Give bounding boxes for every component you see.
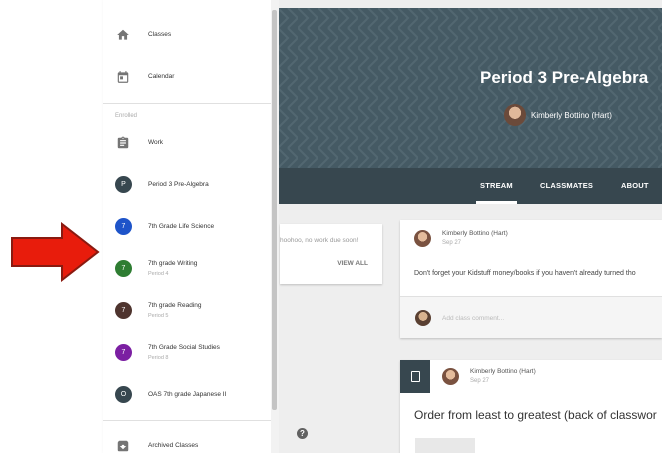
section-label: Enrolled — [115, 113, 138, 119]
tab-about[interactable]: ABOUT — [621, 181, 649, 190]
tab-classmates[interactable]: CLASSMATES — [540, 181, 593, 190]
red-arrow-icon — [11, 222, 100, 282]
help-icon[interactable]: ? — [297, 428, 308, 439]
sidebar-item-sublabel: Period 8 — [148, 355, 169, 361]
user-avatar — [415, 310, 431, 326]
sidebar-item-label: Work — [148, 139, 164, 146]
class-comment-input[interactable]: Add class comment... — [442, 315, 504, 322]
assignment-icon — [400, 360, 430, 393]
class-banner: Period 3 Pre-Algebra Kimberly Bottino (H… — [278, 8, 662, 168]
teacher-name: Kimberly Bottino (Hart) — [531, 110, 612, 120]
class-initial-avatar: 7 — [115, 260, 132, 277]
main-content: Period 3 Pre-Algebra Kimberly Bottino (H… — [278, 0, 662, 453]
sidebar-item-class[interactable]: P Period 3 Pre-Algebra — [103, 170, 271, 200]
post-author[interactable]: Kimberly Bottino (Hart) — [442, 230, 508, 237]
sidebar-item-class[interactable]: O OAS 7th grade Japanese II — [103, 380, 271, 410]
class-initial-avatar: 7 — [115, 218, 132, 235]
post-body: Don't forget your Kidstuff money/books i… — [414, 270, 636, 277]
sidebar-item-label: OAS 7th grade Japanese II — [148, 391, 227, 398]
divider — [103, 420, 271, 421]
banner-pattern — [278, 8, 662, 168]
class-initial-avatar: 7 — [115, 344, 132, 361]
author-avatar — [442, 368, 459, 385]
class-initial-avatar: O — [115, 386, 132, 403]
class-drawer: Classes Calendar Enrolled Work P Period … — [103, 0, 271, 453]
teacher-avatar — [504, 104, 526, 126]
sidebar-item-sublabel: Period 5 — [148, 313, 169, 319]
sidebar-item-work[interactable]: Work — [103, 128, 271, 158]
sidebar-item-class[interactable]: 7 7th grade Writing Period 4 — [103, 254, 271, 288]
assignment-title[interactable]: Order from least to greatest (back of cl… — [414, 408, 657, 422]
class-tabs: STREAM CLASSMATES ABOUT — [278, 168, 662, 204]
tab-stream[interactable]: STREAM — [476, 181, 517, 204]
teacher-info[interactable]: Kimberly Bottino (Hart) — [504, 104, 612, 126]
sidebar-item-class[interactable]: 7 7th grade Reading Period 5 — [103, 296, 271, 330]
sidebar-item-label: Calendar — [148, 73, 175, 80]
archive-icon — [117, 440, 129, 452]
sidebar-item-classes[interactable]: Classes — [103, 20, 271, 50]
sidebar-item-sublabel: Period 4 — [148, 271, 169, 277]
sidebar-item-label: 7th Grade Social Studies — [148, 344, 220, 351]
sidebar-item-archived[interactable]: Archived Classes — [103, 431, 271, 453]
divider — [103, 103, 271, 104]
sidebar-item-label: 7th Grade Life Science — [148, 223, 215, 230]
post-date: Sep 27 — [470, 378, 490, 384]
post-author[interactable]: Kimberly Bottino (Hart) — [470, 368, 536, 375]
attachment-thumbnail[interactable] — [415, 438, 475, 453]
sidebar-item-class[interactable]: 7 7th Grade Life Science — [103, 212, 271, 242]
post-date: Sep 27 — [442, 240, 462, 246]
sidebar-item-calendar[interactable]: Calendar — [103, 62, 271, 92]
clipboard-icon — [117, 136, 129, 149]
assignment-post: Kimberly Bottino (Hart) Sep 27 Order fro… — [400, 360, 662, 453]
sidebar-item-label: Classes — [148, 31, 172, 38]
sidebar-item-label: Archived Classes — [148, 442, 199, 449]
upcoming-text: hoohoo, no work due soon! — [280, 237, 359, 244]
home-icon — [117, 29, 129, 40]
upcoming-card: hoohoo, no work due soon! VIEW ALL — [280, 224, 382, 284]
comment-bar: Add class comment... — [400, 297, 662, 338]
author-avatar — [414, 230, 431, 247]
class-initial-avatar: 7 — [115, 302, 132, 319]
calendar-icon — [117, 71, 129, 83]
class-initial-avatar: P — [115, 176, 132, 193]
stream-post: Kimberly Bottino (Hart) Sep 27 Don't for… — [400, 220, 662, 338]
sidebar-item-class[interactable]: 7 7th Grade Social Studies Period 8 — [103, 338, 271, 372]
sidebar-item-label: 7th grade Writing — [148, 260, 198, 267]
sidebar-item-label: 7th grade Reading — [148, 302, 202, 309]
class-title: Period 3 Pre-Algebra — [480, 68, 649, 87]
view-all-link[interactable]: VIEW ALL — [337, 260, 368, 267]
sidebar-scrollbar-thumb[interactable] — [272, 10, 277, 410]
sidebar-item-label: Period 3 Pre-Algebra — [148, 181, 209, 188]
